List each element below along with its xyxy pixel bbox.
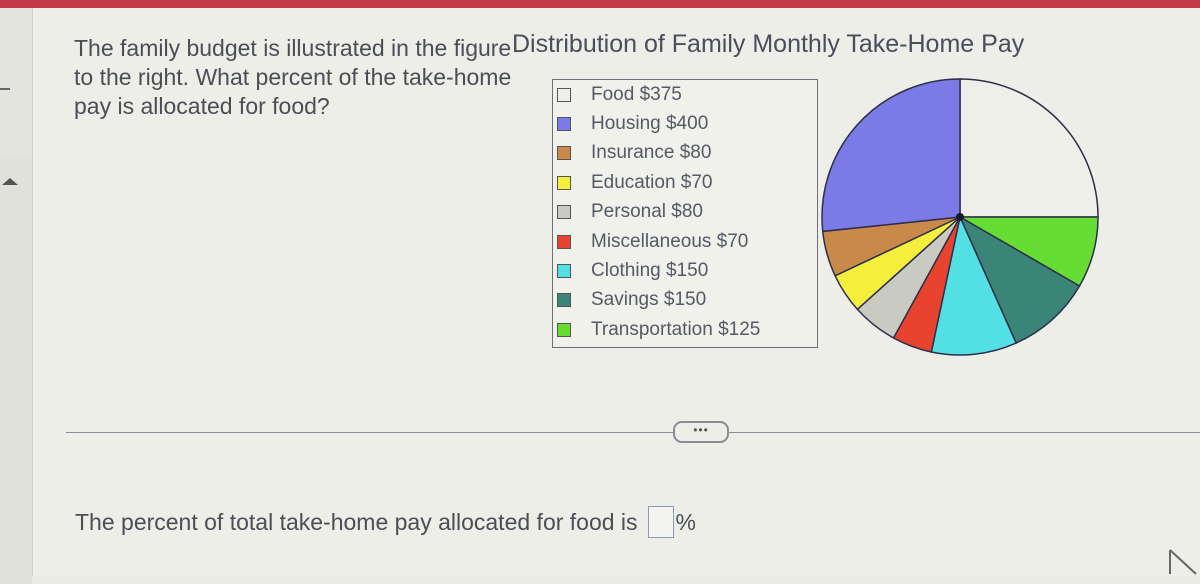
cursor-icon bbox=[1169, 549, 1197, 575]
legend-swatch bbox=[557, 205, 571, 220]
legend-swatch bbox=[557, 146, 571, 161]
legend-label: Education $70 bbox=[591, 171, 713, 193]
legend-label: Food $375 bbox=[591, 83, 682, 105]
pie-chart bbox=[821, 78, 1099, 356]
legend-item: Personal $80 bbox=[553, 198, 703, 227]
legend-swatch bbox=[557, 293, 571, 308]
legend-item: Insurance $80 bbox=[553, 139, 711, 168]
legend-item: Education $70 bbox=[553, 168, 713, 197]
legend-item: Housing $400 bbox=[553, 109, 708, 138]
legend-label: Savings $150 bbox=[591, 289, 707, 311]
answer-prompt: The percent of total take-home pay alloc… bbox=[75, 508, 638, 535]
pie-slice-housing bbox=[821, 78, 961, 233]
answer-line: The percent of total take-home pay alloc… bbox=[75, 506, 696, 538]
legend-swatch bbox=[557, 234, 571, 249]
legend-swatch bbox=[557, 263, 571, 278]
up-arrow-icon[interactable] bbox=[2, 178, 18, 185]
legend-item: Transportation $125 bbox=[553, 315, 760, 344]
legend-item: Miscellaneous $70 bbox=[553, 227, 748, 256]
pie-slice-food bbox=[959, 78, 1099, 218]
question-text: The family budget is illustrated in the … bbox=[74, 35, 512, 119]
top-accent-bar bbox=[0, 0, 1200, 8]
legend-label: Housing $400 bbox=[591, 112, 709, 134]
chart-legend: Food $375 Housing $400 Insurance $80 Educat… bbox=[552, 79, 818, 348]
legend-item: Clothing $150 bbox=[553, 256, 708, 285]
legend-swatch bbox=[557, 116, 571, 131]
divider bbox=[66, 432, 1200, 433]
legend-label: Transportation $125 bbox=[591, 318, 761, 340]
chart-title: Distribution of Family Monthly Take-Home… bbox=[512, 30, 1025, 58]
answer-input[interactable] bbox=[647, 506, 674, 538]
legend-label: Personal $80 bbox=[591, 201, 703, 223]
legend-item: Food $375 bbox=[553, 80, 682, 109]
collapse-dash-icon[interactable] bbox=[0, 88, 10, 90]
legend-swatch bbox=[557, 175, 571, 190]
side-panel-lower bbox=[0, 156, 32, 584]
more-button[interactable]: ••• bbox=[673, 421, 729, 443]
legend-swatch bbox=[557, 322, 571, 337]
legend-item: Savings $150 bbox=[553, 286, 706, 315]
legend-label: Miscellaneous $70 bbox=[591, 230, 749, 252]
pie-center bbox=[956, 213, 964, 221]
legend-label: Insurance $80 bbox=[591, 142, 712, 164]
side-panel bbox=[0, 8, 33, 584]
legend-label: Clothing $150 bbox=[591, 259, 709, 281]
percent-unit: % bbox=[675, 508, 696, 535]
legend-swatch bbox=[557, 87, 571, 102]
